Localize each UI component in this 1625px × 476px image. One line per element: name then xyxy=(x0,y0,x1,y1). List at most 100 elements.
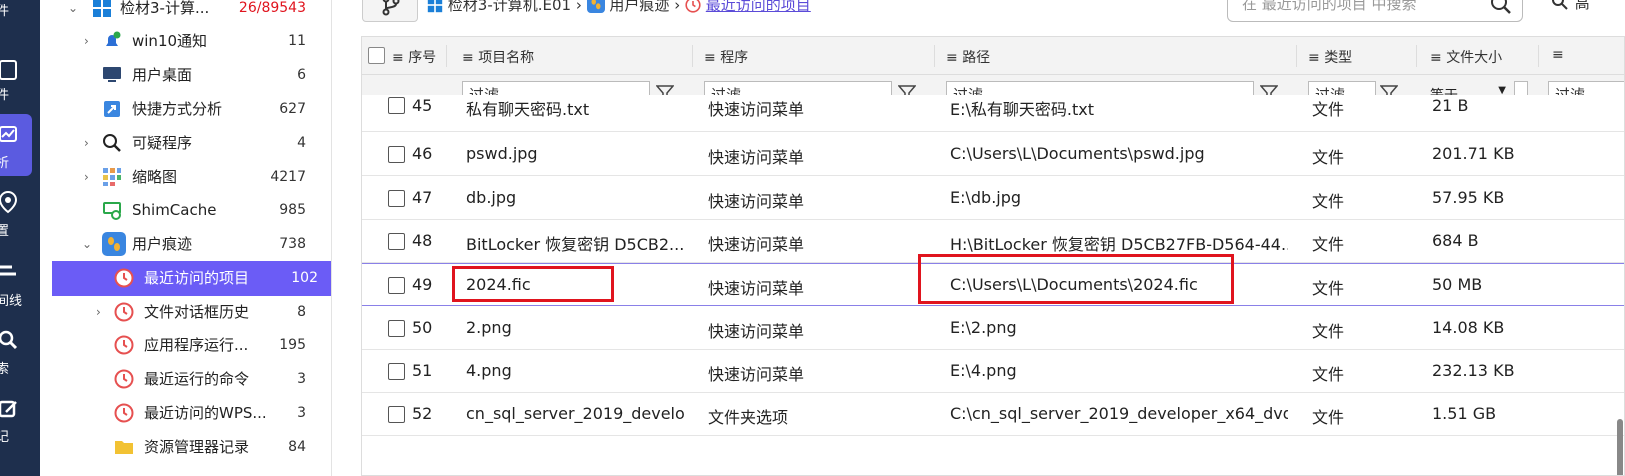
chevron-right-icon[interactable]: › xyxy=(84,126,89,160)
tree-item-recent-commands[interactable]: 最近运行的命令 3 xyxy=(40,362,331,396)
column-header-size[interactable]: ≡ 文件大小 xyxy=(1430,47,1502,67)
branch-button[interactable] xyxy=(362,0,418,22)
tree-item-recent-wps[interactable]: 最近访问的WPS... 3 xyxy=(40,396,331,430)
table-row[interactable]: 52 cn_sql_server_2019_develo... 文件夹选项 C:… xyxy=(362,393,1624,436)
row-checkbox[interactable] xyxy=(388,277,405,294)
column-divider[interactable] xyxy=(1538,45,1539,67)
tree-item-desktop[interactable]: 用户桌面 6 xyxy=(40,58,331,92)
tree-item-app-run[interactable]: 应用程序运行... 195 xyxy=(40,328,331,362)
cell-seq: 48 xyxy=(412,231,433,250)
row-checkbox[interactable] xyxy=(388,190,405,207)
cell-type: 文件 xyxy=(1312,365,1345,384)
search-placeholder: 在 最近访问的项目 中搜索 xyxy=(1242,0,1417,13)
clock-icon xyxy=(114,268,134,288)
tree-item-count: 985 xyxy=(279,202,306,218)
tree-item-count: 6 xyxy=(297,67,306,83)
column-divider[interactable] xyxy=(934,45,935,67)
cell-program: 快速访问菜单 xyxy=(708,192,805,211)
cell-size: 50 MB xyxy=(1432,275,1483,294)
cell-path: E:\4.png xyxy=(950,361,1017,380)
location-icon xyxy=(0,190,18,214)
column-divider[interactable] xyxy=(1296,45,1297,67)
column-divider[interactable] xyxy=(1416,45,1417,67)
tree-item-label: 可疑程序 xyxy=(132,134,193,152)
table-row[interactable]: 47 db.jpg 快速访问菜单 E:\db.jpg 文件 57.95 KB xyxy=(362,177,1624,220)
tree-item-win10-notify[interactable]: › win10通知 11 xyxy=(40,24,331,58)
tree-item-explorer-records[interactable]: 资源管理器记录 84 xyxy=(40,430,331,464)
desktop-icon xyxy=(103,67,121,82)
nav-item-file-2[interactable]: 件 xyxy=(0,52,40,112)
tree-item-count: 3 xyxy=(297,371,306,387)
nav-item-search[interactable]: 索 xyxy=(0,328,40,388)
cell-size: 21 B xyxy=(1432,96,1469,115)
column-divider[interactable] xyxy=(692,45,693,67)
search-icon xyxy=(0,330,18,350)
tree-item-count: 102 xyxy=(291,270,318,286)
chevron-right-icon[interactable]: › xyxy=(84,24,89,58)
chevron-down-icon[interactable]: ⌄ xyxy=(68,0,78,25)
column-header-more[interactable]: ≡ xyxy=(1552,47,1564,63)
select-all-checkbox[interactable] xyxy=(368,47,385,64)
table-row[interactable]: 51 4.png 快速访问菜单 E:\4.png 文件 232.13 KB xyxy=(362,350,1624,393)
tree-item-label: 缩略图 xyxy=(132,168,178,186)
tree-item-label: 快捷方式分析 xyxy=(132,100,223,118)
tree-item-file-dialog-history[interactable]: › 文件对话框历史 8 xyxy=(40,295,331,329)
tree-item-shimcache[interactable]: ShimCache 985 xyxy=(40,193,331,227)
tree-item-label: 资源管理器记录 xyxy=(144,438,250,456)
cell-type: 文件 xyxy=(1312,235,1345,254)
cell-path: E:\2.png xyxy=(950,318,1017,337)
tree-item-label: ShimCache xyxy=(132,201,217,219)
cell-type: 文件 xyxy=(1312,322,1345,341)
nav-item-timeline[interactable]: 间线 xyxy=(0,260,40,320)
search-input[interactable]: 在 最近访问的项目 中搜索 xyxy=(1227,0,1523,22)
row-checkbox[interactable] xyxy=(388,406,405,423)
tree-item-evidence[interactable]: ⌄ 检材3-计算... 26/89543 xyxy=(40,0,331,25)
column-header-name[interactable]: ≡ 项目名称 xyxy=(462,47,534,67)
timeline-icon xyxy=(0,265,16,276)
chevron-right-icon[interactable]: › xyxy=(84,160,89,194)
cell-seq: 51 xyxy=(412,361,433,380)
cell-program: 快速访问菜单 xyxy=(708,365,805,384)
tree-item-count: 8 xyxy=(297,304,306,320)
row-checkbox[interactable] xyxy=(388,97,405,114)
column-divider[interactable] xyxy=(446,45,447,67)
tree-item-suspicious[interactable]: › 可疑程序 4 xyxy=(40,126,331,160)
cell-type: 文件 xyxy=(1312,279,1345,298)
nav-item-note[interactable]: 记 xyxy=(0,396,40,456)
footprint-icon xyxy=(586,0,605,13)
breadcrumb-user-traces[interactable]: 用户痕迹 xyxy=(609,0,669,14)
breadcrumb-evidence[interactable]: 检材3-计算机.E01 xyxy=(448,0,571,14)
column-header-seq[interactable]: ≡ 序号 xyxy=(392,47,436,67)
chevron-right-icon[interactable]: › xyxy=(96,295,101,329)
table-row[interactable]: 45 私有聊天密码.txt 快速访问菜单 E:\私有聊天密码.txt 文件 21… xyxy=(362,95,1624,132)
table-row-selected[interactable]: 49 2024.fic 快速访问菜单 C:\Users\L\Documents\… xyxy=(362,254,1624,306)
table-row[interactable]: 46 pswd.jpg 快速访问菜单 C:\Users\L\Documents\… xyxy=(362,133,1624,176)
nav-item-location[interactable]: 置 xyxy=(0,188,40,248)
table-row[interactable]: 50 2.png 快速访问菜单 E:\2.png 文件 14.08 KB xyxy=(362,307,1624,350)
tree-item-thumbnail[interactable]: › 缩略图 4217 xyxy=(40,160,331,194)
column-header-type[interactable]: ≡ 类型 xyxy=(1308,47,1352,67)
scrollbar-thumb[interactable] xyxy=(1617,419,1623,475)
advanced-search-button[interactable]: 高 xyxy=(1550,0,1590,13)
cell-path: E:\db.jpg xyxy=(950,188,1022,207)
nav-item-label: 件 xyxy=(0,88,10,103)
vertical-scrollbar[interactable] xyxy=(1615,113,1624,475)
chevron-down-icon[interactable]: ⌄ xyxy=(82,227,92,261)
nav-item-file-1[interactable]: 件 xyxy=(0,0,40,46)
tree-item-recent-items[interactable]: 最近访问的项目 102 xyxy=(52,261,331,296)
tree-item-shortcut[interactable]: 快捷方式分析 627 xyxy=(40,92,331,126)
breadcrumb-recent-items[interactable]: 最近访问的项目 xyxy=(706,0,811,14)
column-header-program[interactable]: ≡ 程序 xyxy=(704,47,748,67)
row-checkbox[interactable] xyxy=(388,320,405,337)
row-checkbox[interactable] xyxy=(388,363,405,380)
suspicious-icon xyxy=(103,134,121,152)
row-checkbox[interactable] xyxy=(388,233,405,250)
cell-name: cn_sql_server_2019_develo... xyxy=(466,404,686,423)
row-checkbox[interactable] xyxy=(388,146,405,163)
cell-seq: 50 xyxy=(412,318,433,337)
search-icon[interactable] xyxy=(1490,0,1512,15)
nav-item-analysis[interactable]: 析 xyxy=(0,114,32,176)
tree-item-user-traces[interactable]: ⌄ 用户痕迹 738 xyxy=(40,227,331,261)
column-header-path[interactable]: ≡ 路径 xyxy=(946,47,990,67)
nav-item-label: 记 xyxy=(0,430,10,445)
